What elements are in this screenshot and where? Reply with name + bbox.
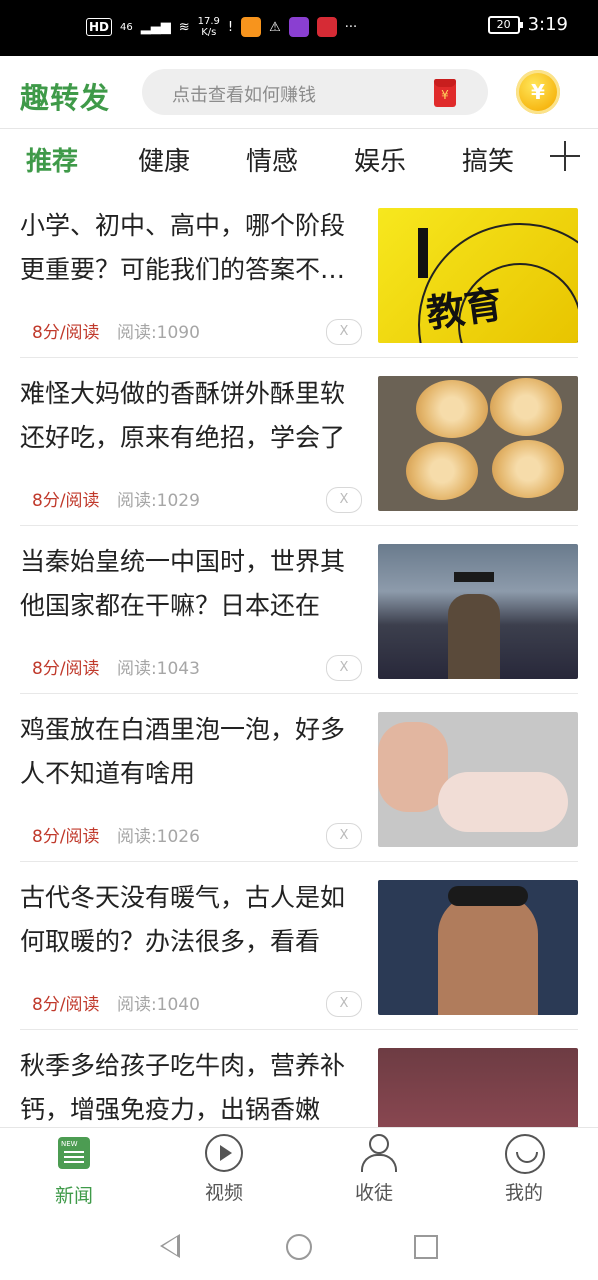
red-packet-icon[interactable]: ¥ [434, 79, 456, 107]
article-reward: 8分/阅读 [32, 659, 100, 679]
back-icon[interactable] [160, 1234, 180, 1258]
article-meta: 8分/阅读 阅读:1043 [32, 654, 200, 679]
beef-image [378, 1048, 578, 1127]
article-item[interactable]: 小学、初中、高中，哪个阶段更重要？可能我们的答案不一样 8分/阅读 阅读:109… [20, 190, 578, 358]
wifi-icon: ≋ [178, 19, 190, 35]
net-speed-value: 17.9 [197, 16, 220, 27]
app-notification-icon [288, 17, 309, 37]
article-title: 当秦始皇统一中国时，世界其他国家都在干嘛？日本还在 [20, 547, 346, 620]
app-notification-icon [316, 17, 337, 37]
hd-indicator: HD [86, 18, 113, 36]
article-item[interactable]: 古代冬天没有暖气，古人是如何取暖的？办法很多，看看 8分/阅读 阅读:1040 … [20, 862, 578, 1030]
search-bar[interactable]: 点击查看如何赚钱 ¥ [142, 69, 488, 115]
net-speed: 17.9 K/s [198, 16, 220, 38]
net-speed-unit: K/s [201, 27, 217, 38]
alert-icon: ! [227, 19, 234, 35]
nav-video[interactable]: 视频 [174, 1134, 274, 1205]
bottom-navigation: 新闻 视频 收徒 我的 [0, 1127, 598, 1212]
nav-apprentice[interactable]: 收徒 [324, 1134, 424, 1205]
battery-icon: 20 [487, 15, 523, 34]
app-notification-icon [241, 17, 262, 37]
more-notifications-icon: ··· [344, 19, 358, 35]
dismiss-button[interactable]: X [326, 991, 362, 1017]
tab-emotion[interactable]: 情感 [246, 141, 298, 178]
article-item[interactable]: 难怪大妈做的香酥饼外酥里软还好吃，原来有绝招，学会了 8分/阅读 阅读:1029… [20, 358, 578, 526]
article-reads: 阅读:1040 [116, 995, 200, 1015]
pastry-image [378, 376, 578, 511]
article-title: 秋季多给孩子吃牛肉，营养补钙，增强免疫力，出锅香嫩 [20, 1051, 346, 1124]
nav-me-label: 我的 [504, 1182, 543, 1204]
article-reward: 8分/阅读 [32, 491, 100, 511]
app-header: 趣转发 点击查看如何赚钱 ¥ ¥ [0, 56, 598, 129]
article-meta: 8分/阅读 阅读:1090 [32, 318, 200, 343]
gold-coin-icon[interactable]: ¥ [516, 70, 560, 114]
nav-video-label: 视频 [204, 1182, 243, 1204]
article-reward: 8分/阅读 [32, 323, 100, 343]
video-play-icon [205, 1134, 243, 1172]
status-left: HD 46 ▂▄▆ ≋ 17.9 K/s ! ⚠ ··· [86, 16, 357, 38]
article-meta: 8分/阅读 阅读:1040 [32, 990, 200, 1015]
nav-news[interactable]: 新闻 [24, 1134, 124, 1208]
article-reward: 8分/阅读 [32, 827, 100, 847]
dismiss-button[interactable]: X [326, 655, 362, 681]
network-indicator: 46 [120, 21, 133, 33]
article-reads: 阅读:1090 [116, 323, 200, 343]
tab-entertainment[interactable]: 娱乐 [354, 141, 406, 178]
clock: 3:19 [527, 14, 568, 35]
nav-news-label: 新闻 [54, 1185, 93, 1207]
users-icon [355, 1134, 397, 1172]
search-placeholder: 点击查看如何赚钱 [172, 85, 316, 106]
ancient-drama-image [378, 880, 578, 1015]
red-packet-symbol: ¥ [441, 88, 449, 102]
add-tab-icon[interactable] [550, 141, 580, 171]
article-meta: 8分/阅读 阅读:1026 [32, 822, 200, 847]
egg-image [378, 712, 578, 847]
article-title: 古代冬天没有暖气，古人是如何取暖的？办法很多，看看 [20, 883, 346, 956]
category-tabs: 推荐 健康 情感 娱乐 搞笑 [0, 129, 598, 189]
status-bar: HD 46 ▂▄▆ ≋ 17.9 K/s ! ⚠ ··· 20 3:19 [0, 0, 598, 56]
dismiss-button[interactable]: X [326, 487, 362, 513]
nav-apprentice-label: 收徒 [354, 1182, 393, 1204]
article-reads: 阅读:1029 [116, 491, 200, 511]
article-item[interactable]: 秋季多给孩子吃牛肉，营养补钙，增强免疫力，出锅香嫩 [20, 1030, 578, 1127]
nav-me[interactable]: 我的 [474, 1134, 574, 1205]
article-item[interactable]: 鸡蛋放在白酒里泡一泡，好多人不知道有啥用 8分/阅读 阅读:1026 X [20, 694, 578, 862]
army-emperor-image [378, 544, 578, 679]
article-feed: 小学、初中、高中，哪个阶段更重要？可能我们的答案不一样 8分/阅读 阅读:109… [0, 190, 598, 1127]
article-title: 难怪大妈做的香酥饼外酥里软还好吃，原来有绝招，学会了 [20, 379, 346, 452]
news-icon [55, 1137, 93, 1175]
article-meta: 8分/阅读 阅读:1029 [32, 486, 200, 511]
home-icon[interactable] [286, 1234, 312, 1260]
tab-funny[interactable]: 搞笑 [462, 141, 514, 178]
tab-recommend[interactable]: 推荐 [26, 141, 78, 178]
warning-icon: ⚠ [269, 19, 281, 35]
dismiss-button[interactable]: X [326, 319, 362, 345]
app-logo: 趣转发 [20, 81, 111, 115]
recent-apps-icon[interactable] [414, 1235, 438, 1259]
signal-icon: ▂▄▆ [140, 19, 171, 35]
education-target-image: 教育 [378, 208, 578, 343]
article-title: 小学、初中、高中，哪个阶段更重要？可能我们的答案不一样 [20, 211, 346, 284]
article-reads: 阅读:1026 [116, 827, 200, 847]
smile-profile-icon [505, 1134, 545, 1174]
tab-health[interactable]: 健康 [138, 141, 190, 178]
dismiss-button[interactable]: X [326, 823, 362, 849]
article-title: 鸡蛋放在白酒里泡一泡，好多人不知道有啥用 [20, 715, 346, 788]
system-navigation [0, 1212, 598, 1280]
article-reads: 阅读:1043 [116, 659, 200, 679]
status-right: 20 3:19 [487, 14, 568, 35]
article-reward: 8分/阅读 [32, 995, 100, 1015]
article-item[interactable]: 当秦始皇统一中国时，世界其他国家都在干嘛？日本还在 8分/阅读 阅读:1043 … [20, 526, 578, 694]
